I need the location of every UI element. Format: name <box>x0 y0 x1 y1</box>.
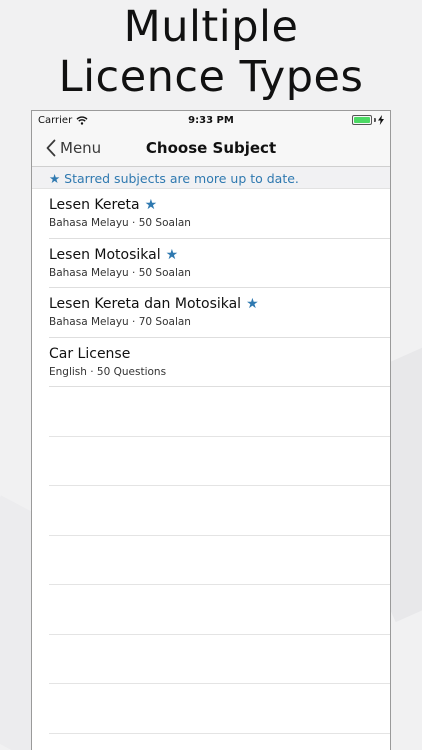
promo-headline: Multiple Licence Types <box>0 2 422 102</box>
star-icon: ★ <box>144 197 158 213</box>
subject-title-row: Lesen Motosikal ★ <box>49 247 390 263</box>
empty-row <box>32 635 390 685</box>
headline-line-2: Licence Types <box>58 52 364 102</box>
subject-title: Lesen Kereta <box>49 197 140 213</box>
page-title: Choose Subject <box>145 139 277 157</box>
empty-row <box>32 536 390 586</box>
list-item[interactable]: Lesen Kereta ★ Bahasa Melayu · 50 Soalan <box>32 189 390 239</box>
charging-bolt-icon <box>378 115 384 125</box>
battery-indicator <box>352 115 384 125</box>
battery-icon <box>352 115 372 125</box>
star-icon: ★ <box>246 296 259 312</box>
empty-row <box>32 387 390 437</box>
empty-row <box>32 486 390 536</box>
subject-title: Lesen Kereta dan Motosikal <box>49 296 242 312</box>
subject-title-row: Lesen Kereta ★ <box>49 197 390 213</box>
status-bar: Carrier 9:33 PM <box>32 111 390 131</box>
empty-row <box>32 684 390 734</box>
subject-title-row: Car License <box>49 346 390 362</box>
empty-row <box>32 585 390 635</box>
list-item[interactable]: Lesen Motosikal ★ Bahasa Melayu · 50 Soa… <box>32 239 390 289</box>
subject-subtitle: Bahasa Melayu · 70 Soalan <box>49 316 191 328</box>
list-item[interactable]: Car License English · 50 Questions <box>32 338 390 388</box>
subject-subtitle: Bahasa Melayu · 50 Soalan <box>49 217 191 229</box>
list-item[interactable]: Lesen Kereta dan Motosikal ★ Bahasa Mela… <box>32 288 390 338</box>
battery-cap <box>374 118 376 122</box>
subject-subtitle: English · 50 Questions <box>49 365 167 378</box>
subject-subtitle: Bahasa Melayu · 50 Soalan <box>49 266 191 279</box>
starred-notice: ★ Starred subjects are more up to date. <box>32 167 390 189</box>
subject-title: Car License <box>49 345 131 362</box>
star-icon: ★ <box>165 246 179 263</box>
subject-list: Lesen Kereta ★ Bahasa Melayu · 50 Soalan… <box>32 189 390 734</box>
subject-title-row: Lesen Kereta dan Motosikal ★ <box>49 296 390 312</box>
empty-row <box>32 437 390 487</box>
battery-level-fill <box>354 117 370 123</box>
phone-screen: Carrier 9:33 PM Menu Choose Subject ★ St… <box>31 110 391 750</box>
subject-title: Lesen Motosikal <box>49 246 161 263</box>
navigation-bar: Menu Choose Subject <box>32 131 390 167</box>
headline-line-1: Multiple <box>123 2 299 52</box>
status-time: 9:33 PM <box>188 115 234 126</box>
